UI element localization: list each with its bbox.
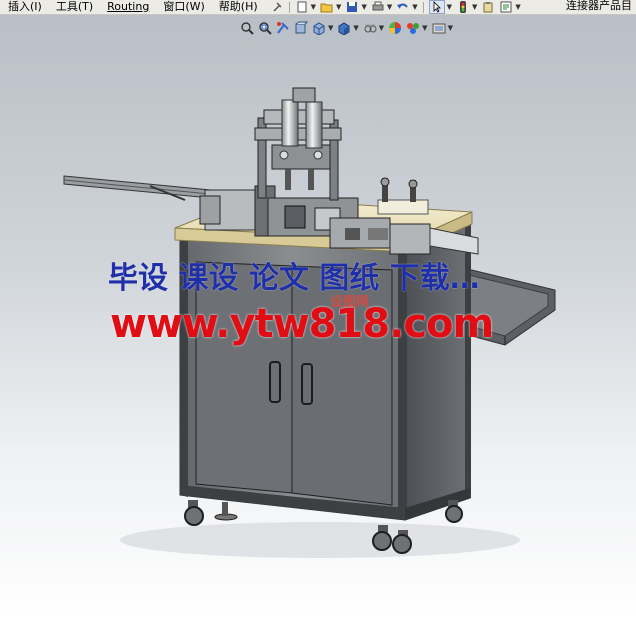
pneumatic-cylinder-left: [281, 99, 299, 147]
options-dropdown-icon[interactable]: ▼: [515, 1, 520, 13]
pneumatic-cylinder-right: [305, 101, 323, 149]
toolbar-separator: [288, 1, 290, 13]
menu-insert[interactable]: 插入(I): [8, 1, 42, 13]
select-cursor-icon[interactable]: [428, 0, 445, 14]
undo-icon[interactable]: [396, 1, 410, 13]
clipboard-icon[interactable]: [481, 1, 495, 13]
new-document-dropdown-icon[interactable]: ▼: [311, 1, 316, 13]
save-dropdown-icon[interactable]: ▼: [361, 1, 366, 13]
menu-window[interactable]: 窗口(W): [163, 1, 204, 13]
print-icon[interactable]: [371, 1, 385, 13]
menu-routing[interactable]: Routing: [107, 1, 149, 13]
new-document-icon[interactable]: [295, 1, 309, 13]
save-icon[interactable]: [345, 1, 359, 13]
press-gantry: [254, 87, 342, 201]
graphics-viewport[interactable]: ▼ ▼ ▼ ▼ ▼ 毕设 课设 论文 图纸 下载… 设图网 www.ytw818…: [0, 15, 636, 619]
menu-bar: 插入(I) 工具(T) Routing 窗口(W) 帮助(H) ▼ ▼ ▼ ▼ …: [0, 0, 636, 15]
rebuild-dropdown-icon[interactable]: ▼: [472, 1, 477, 13]
open-folder-icon[interactable]: [320, 1, 334, 13]
menu-tools[interactable]: 工具(T): [56, 1, 93, 13]
options-icon[interactable]: [499, 1, 513, 13]
print-dropdown-icon[interactable]: ▼: [387, 1, 392, 13]
feeder-rail: [63, 175, 211, 201]
watermark-url: www.ytw818.com: [110, 301, 494, 347]
floor-shadow: [120, 522, 520, 558]
open-dropdown-icon[interactable]: ▼: [336, 1, 341, 13]
select-dropdown-icon[interactable]: ▼: [447, 1, 452, 13]
toolbar-separator: [422, 1, 424, 13]
undo-dropdown-icon[interactable]: ▼: [412, 1, 417, 13]
standard-toolbar: ▼ ▼ ▼ ▼ ▼ ▼ ▼ ▼: [268, 0, 523, 14]
assembly-title: 连接器产品目: [560, 0, 636, 12]
traffic-light-icon[interactable]: [456, 1, 470, 13]
pin-icon[interactable]: [270, 1, 284, 13]
menu-help[interactable]: 帮助(H): [219, 1, 258, 13]
watermark-chinese-text: 毕设 课设 论文 图纸 下载…: [108, 261, 480, 296]
